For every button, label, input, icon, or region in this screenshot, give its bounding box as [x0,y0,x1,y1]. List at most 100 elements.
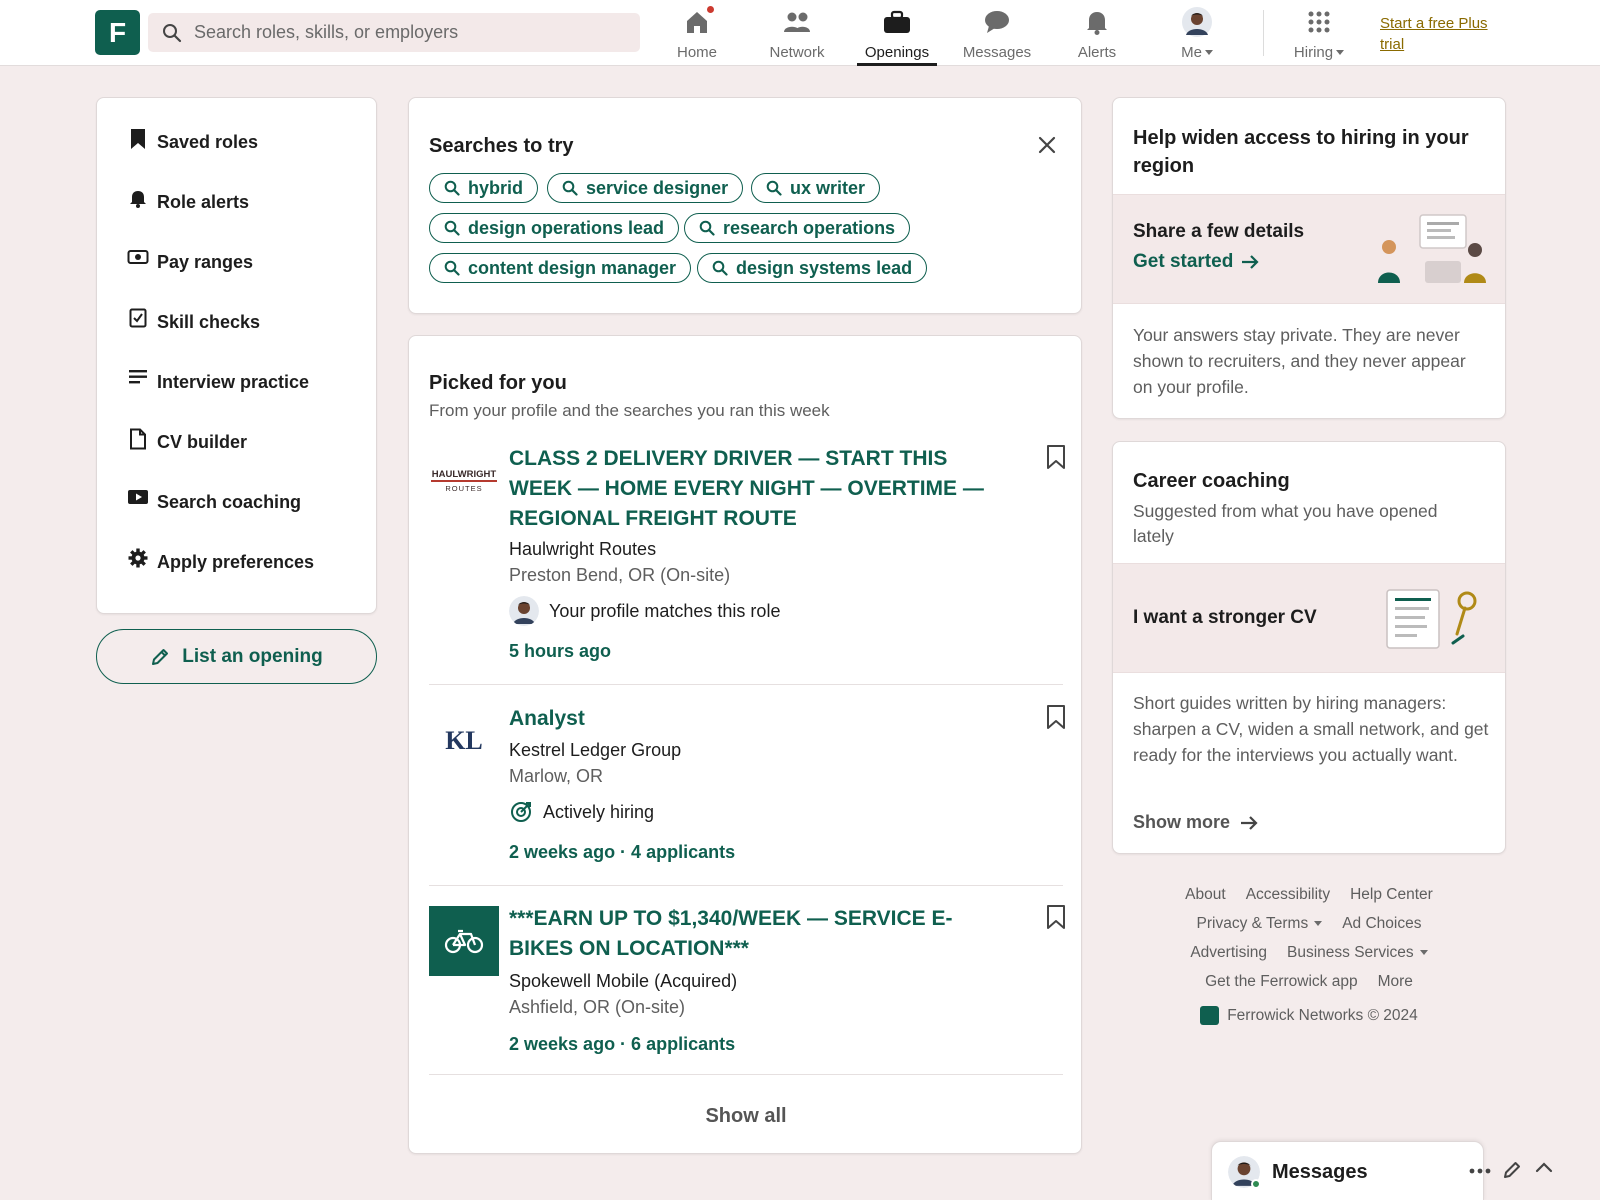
search-bar[interactable] [148,13,640,52]
footer-row: Privacy & Terms Ad Choices [1112,909,1506,938]
messaging-label: Messages [1272,1161,1368,1183]
job-title-link[interactable]: Analyst [509,704,999,734]
search-chip[interactable]: service designer [547,173,744,203]
sidebar: Saved roles Role alerts Pay ranges Skill… [96,97,377,614]
nav-label: Messages [962,44,1032,61]
nav-alerts[interactable]: Alerts [1055,8,1139,66]
grid-icon [1308,8,1330,36]
nav-label: Network [769,44,825,61]
widen-title: Help widen access to hiring in your regi… [1133,127,1469,177]
search-chip[interactable]: ux writer [751,173,881,203]
sidebar-item-apply-preferences[interactable]: Apply preferences [127,548,314,573]
bookmark-icon [127,128,149,150]
sidebar-item-interview-practice[interactable]: Interview practice [127,369,309,393]
divider [429,1074,1063,1075]
footer-link[interactable]: About [1185,886,1226,904]
sidebar-item-label: CV builder [157,432,248,452]
search-icon [444,220,460,236]
search-chip[interactable]: research operations [684,213,911,243]
job-card: ***EARN UP TO $1,340/WEEK — SERVICE E-BI… [429,904,1066,1084]
bookmark-icon[interactable] [1046,904,1066,930]
footer-row: About Accessibility Help Center [1112,880,1506,909]
chip-label: content design manager [468,257,677,278]
search-chip[interactable]: hybrid [429,173,539,203]
search-icon [162,23,182,43]
widen-access-card: Help widen access to hiring in your regi… [1112,97,1506,419]
job-title-link[interactable]: ***EARN UP TO $1,340/WEEK — SERVICE E-BI… [509,904,999,964]
job-posted-time: 5 hours ago [509,641,612,661]
notification-dot [707,6,714,13]
sidebar-item-cv-builder[interactable]: CV builder [127,428,248,453]
bookmark-icon[interactable] [1046,704,1066,730]
footer: About Accessibility Help Center Privacy … [1112,880,1506,1025]
footer-link[interactable]: Accessibility [1246,886,1330,904]
sidebar-item-label: Search coaching [157,492,302,512]
chevron-up-icon[interactable] [1535,1161,1553,1173]
footer-link[interactable]: Get the Ferrowick app [1205,973,1357,991]
nav-home[interactable]: Home [655,6,739,66]
stronger-cv-option[interactable]: I want a stronger CV [1113,563,1505,673]
more-options-icon[interactable] [1469,1168,1491,1174]
chip-label: service designer [586,177,729,198]
people-icon [783,8,811,36]
sidebar-item-search-coaching[interactable]: Search coaching [127,489,302,513]
nav-hiring[interactable]: Hiring [1277,8,1361,66]
nav-me[interactable]: Me [1155,7,1239,66]
show-more-link[interactable]: Show more [1133,812,1258,833]
job-location: Marlow, OR [509,766,604,786]
plus-trial-link[interactable]: Start a free Plus trial [1380,13,1510,55]
footer-row: Advertising Business Services [1112,938,1506,967]
sidebar-item-skill-checks[interactable]: Skill checks [127,308,260,333]
nav-network[interactable]: Network [755,8,839,66]
show-all-button[interactable]: Show all [409,1096,1083,1136]
job-company: Haulwright Routes [509,539,657,559]
document-icon [127,428,149,450]
company-logo [429,906,499,976]
list-opening-label: List an opening [182,645,323,667]
target-icon [509,800,533,824]
close-icon[interactable] [1037,135,1057,155]
coaching-body: Short guides written by hiring managers:… [1133,693,1489,765]
widen-body: Your answers stay private. They are neve… [1133,325,1466,397]
chevron-down-icon [1419,950,1428,955]
sidebar-item-role-alerts[interactable]: Role alerts [127,190,249,213]
get-started-link[interactable]: Get started [1133,251,1259,273]
search-chip[interactable]: content design manager [429,253,692,283]
list-opening-button[interactable]: List an opening [96,629,377,684]
search-icon [699,220,715,236]
avatar [1182,7,1212,37]
avatar [509,596,539,626]
footer-link[interactable]: Help Center [1350,886,1433,904]
picked-for-you-card: Picked for you From your profile and the… [408,335,1082,1154]
search-chip[interactable]: design operations lead [429,213,680,243]
pencil-icon [150,647,170,667]
footer-row: Get the Ferrowick app More [1112,967,1506,996]
footer-link[interactable]: Business Services [1287,944,1428,962]
footer-link[interactable]: Privacy & Terms [1197,915,1323,933]
company-logo-wordmark: ROUTES [445,484,482,493]
footer-link[interactable]: More [1378,973,1413,991]
bookmark-icon[interactable] [1046,444,1066,470]
divider [429,684,1063,685]
picked-title: Picked for you [429,372,567,394]
people-illustration [1375,213,1487,287]
footer-link[interactable]: Ad Choices [1342,915,1421,933]
sidebar-item-pay-ranges[interactable]: Pay ranges [127,249,253,273]
footer-link[interactable]: Advertising [1190,944,1267,962]
chevron-down-icon [1204,50,1213,55]
chevron-down-icon [1314,921,1323,926]
sidebar-item-saved-roles[interactable]: Saved roles [127,128,258,153]
gear-icon [127,548,149,570]
app-logo[interactable]: F [95,10,140,55]
job-card: HAULWRIGHT ROUTES CLASS 2 DELIVERY DRIVE… [429,444,1066,676]
search-icon [712,260,728,276]
brand-logo-icon [1200,1006,1220,1025]
nav-openings[interactable]: Openings [855,8,939,66]
nav-messages[interactable]: Messages [955,8,1039,66]
compose-icon[interactable] [1502,1160,1522,1180]
search-chip[interactable]: design systems lead [697,253,928,283]
search-input[interactable] [194,14,614,51]
cv-illustration [1385,586,1485,652]
messaging-dock[interactable]: Messages [1211,1141,1520,1200]
job-title-link[interactable]: CLASS 2 DELIVERY DRIVER — START THIS WEE… [509,444,999,534]
